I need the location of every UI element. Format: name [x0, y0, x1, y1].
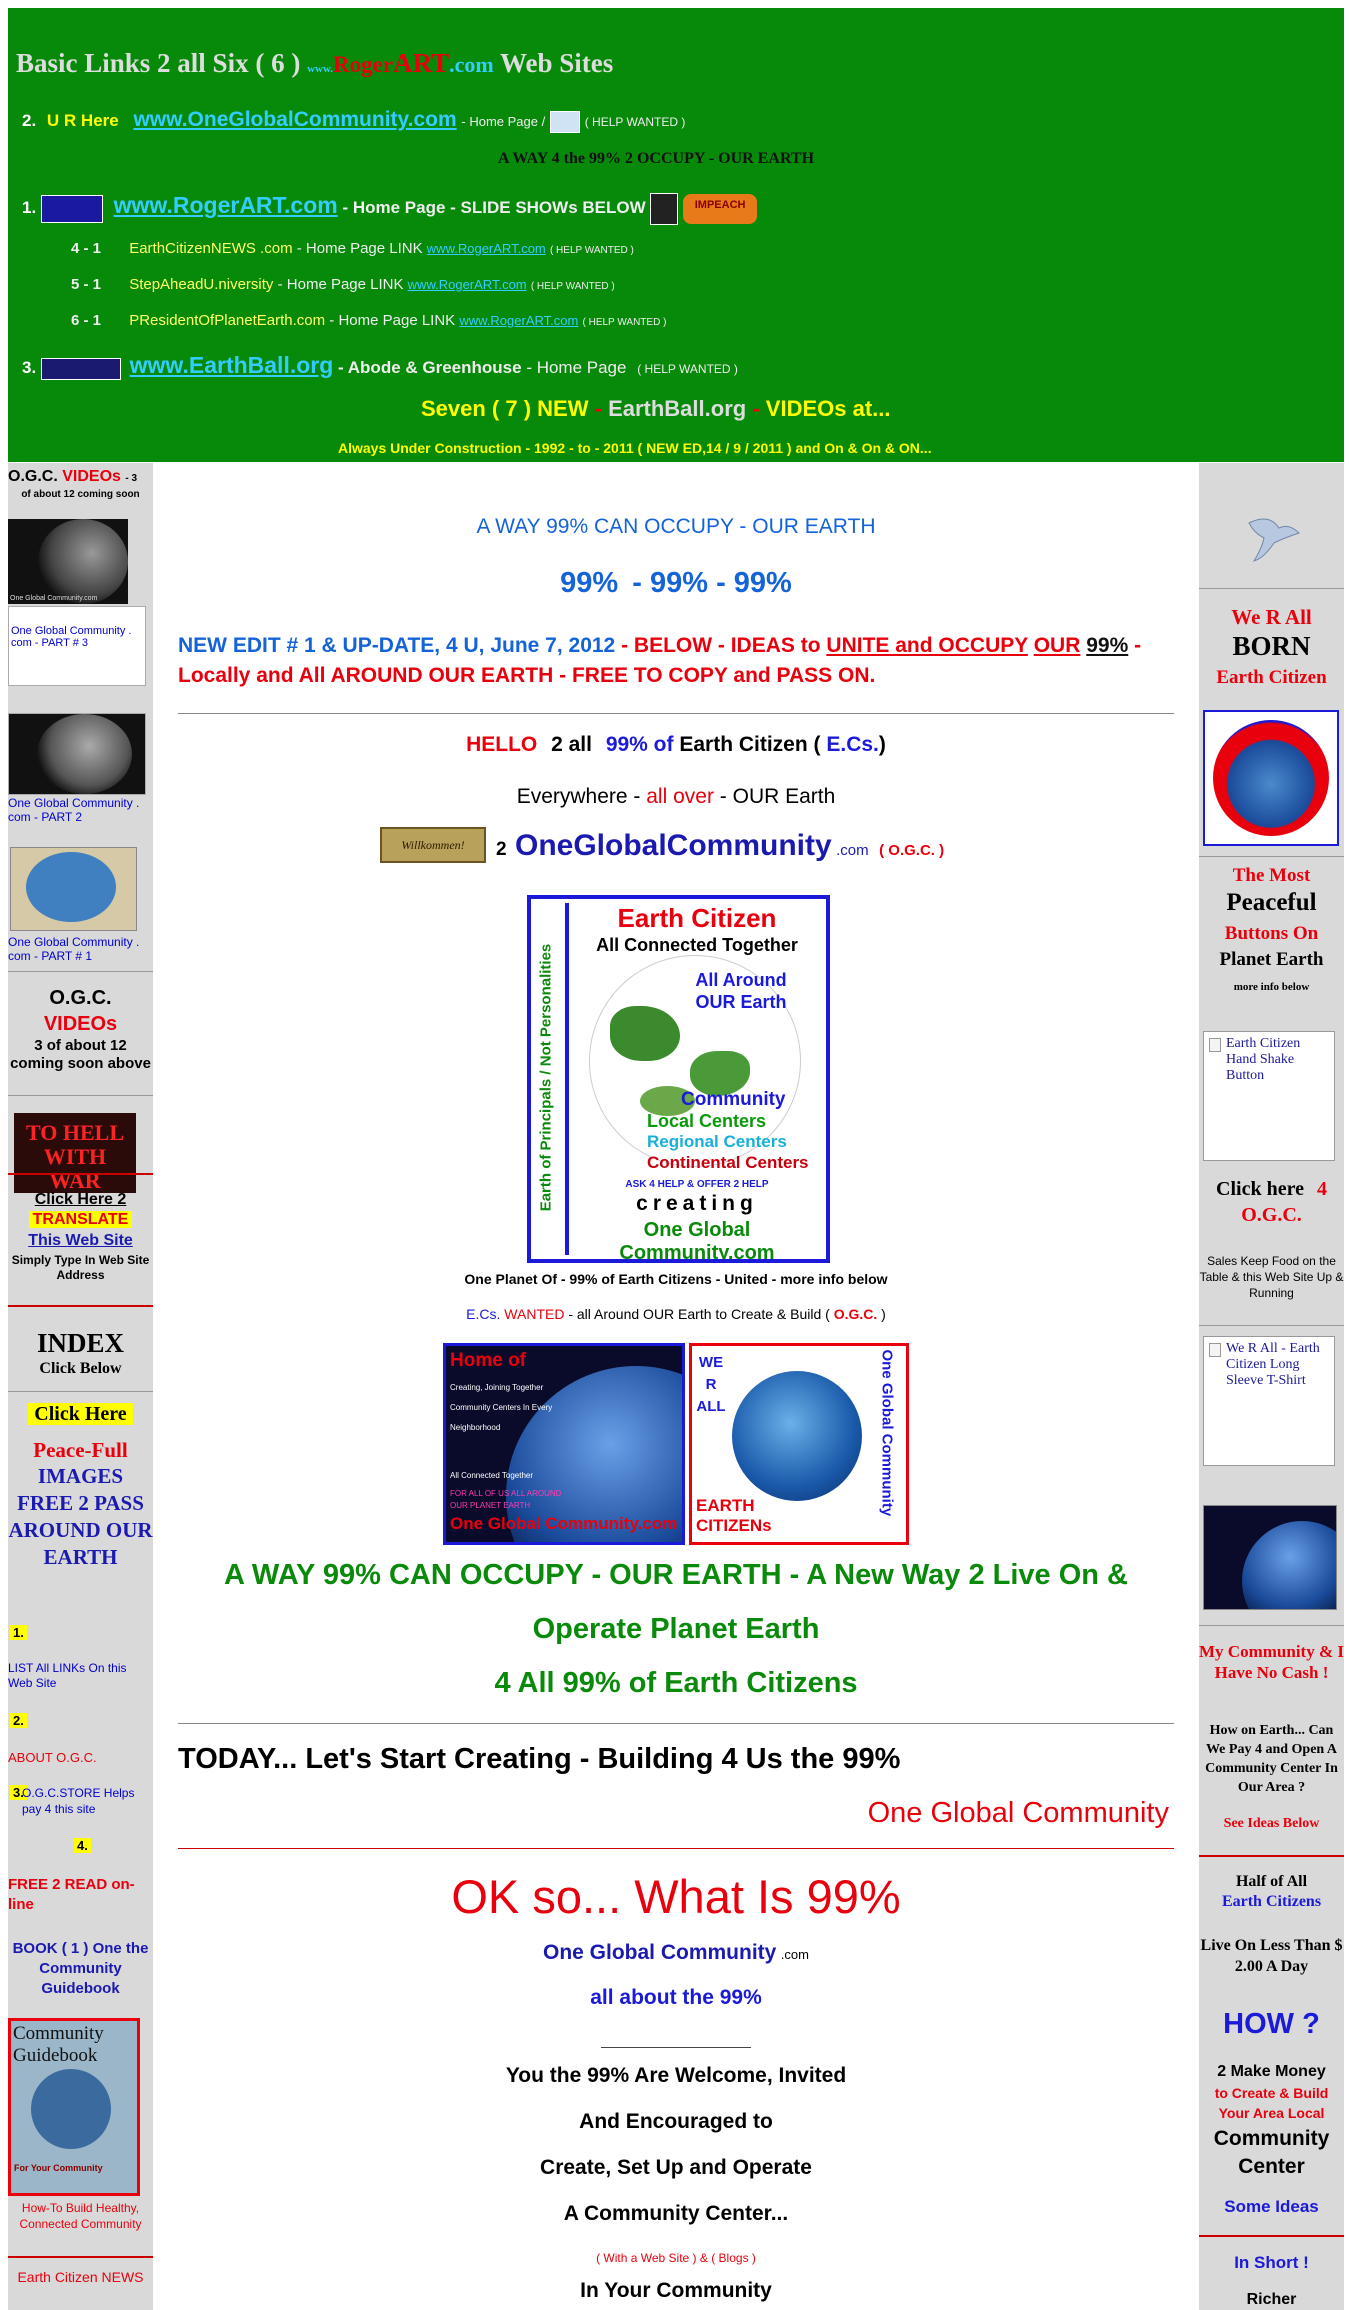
- part2-link[interactable]: One Global Community . com - PART 2: [8, 796, 148, 824]
- portrait-icon: [650, 192, 679, 225]
- sub-row-1: 4 - 1 EarthCitizenNEWS .com - Home Page …: [71, 240, 634, 257]
- ogc-subline: One Global Community .com: [543, 1941, 809, 1964]
- percent-link[interactable]: 99%: [560, 567, 618, 599]
- new-edit-notice: NEW EDIT # 1 & UP-DATE, 4 U, June 7, 201…: [178, 634, 1142, 687]
- click-here-images[interactable]: Click Here: [28, 1403, 133, 1425]
- part3-link[interactable]: One Global Community . com - PART # 3: [11, 625, 145, 649]
- free-2-read-link[interactable]: FREE 2 READ on-line: [8, 1875, 143, 1915]
- handshake-button-image[interactable]: Earth Citizen Hand Shake Button: [1203, 1031, 1335, 1161]
- part1-link[interactable]: One Global Community . com - PART # 1: [8, 935, 148, 963]
- free-images-link[interactable]: IMAGES FREE 2 PASS AROUND OUR EARTH: [8, 1463, 153, 1571]
- book-link[interactable]: BOOK ( 1 ) One the Community Guidebook: [8, 1939, 153, 1999]
- way-99-heading: A WAY 99% CAN OCCUPY - OUR EARTH: [476, 515, 876, 538]
- main-content: A WAY 99% CAN OCCUPY - OUR EARTH 99% - 9…: [153, 463, 1199, 2310]
- we-r-all-earth-citizen-button[interactable]: [1203, 710, 1339, 846]
- videos-line: Seven ( 7 ) NEW - EarthBall.org - VIDEOs…: [421, 396, 891, 421]
- impeach-button[interactable]: IMPEACH: [683, 193, 758, 224]
- tagline: A WAY 4 the 99% 2 OCCUPY - OUR EARTH: [498, 150, 815, 167]
- rogerart-link[interactable]: www.RogerART.com: [114, 192, 338, 218]
- percent-line: 99% - 99% - 99%: [560, 567, 792, 599]
- row-rogerart: 1. www.RogerART.com - Home Page - SLIDE …: [22, 192, 758, 225]
- globe-icon: [732, 1371, 862, 1501]
- title-link-www[interactable]: www.: [307, 63, 333, 75]
- community-guidebook-cover[interactable]: Community Guidebook For Your Community: [8, 2018, 140, 2196]
- oneglobalcommunity-link[interactable]: www.OneGlobalCommunity.com: [133, 108, 456, 131]
- right-sidebar: We R All BORN Earth Citizen The Most Pea…: [1199, 463, 1344, 2310]
- click-here-ogc[interactable]: Click here 4: [1199, 1178, 1344, 1201]
- we-r-all-poster[interactable]: WE R ALL EARTH CITIZENs One Global Commu…: [689, 1343, 909, 1545]
- hello-line: HELLO 2 all 99% of Earth Citizen ( E.Cs.…: [466, 733, 886, 756]
- sub-row-1-link[interactable]: www.RogerART.com: [427, 241, 546, 256]
- about-ogc-link[interactable]: ABOUT O.G.C.: [8, 1750, 97, 1765]
- ogc-store-link[interactable]: O.G.C.STORE Helps pay 4 this site: [22, 1785, 147, 1817]
- earthball-logo-icon: [40, 357, 121, 380]
- construction-notice: Always Under Construction - 1992 - to - …: [338, 440, 932, 456]
- click-here-translate-link[interactable]: Click Here 2: [8, 1191, 153, 1209]
- home-of-poster[interactable]: Home of Creating, Joining Together Commu…: [443, 1343, 685, 1545]
- how-to-build-link[interactable]: How-To Build Healthy, Connected Communit…: [8, 2200, 153, 2232]
- header-banner: Basic Links 2 all Six ( 6 ) www.RogerART…: [8, 8, 1344, 462]
- tshirt-image[interactable]: We R All - Earth Citizen Long Sleeve T-S…: [1203, 1336, 1335, 1466]
- ec-news-link[interactable]: Earth Citizen NEWS: [8, 2269, 153, 2285]
- willkommen-banner: Willkommen!: [380, 827, 486, 863]
- earth-citizen-poster[interactable]: Earth of Principals / Not Personalities …: [527, 895, 830, 1263]
- everywhere-line: Everywhere - all over - OUR Earth: [516, 785, 836, 808]
- ogc-videos-heading: O.G.C. VIDEOs - 3: [8, 468, 138, 485]
- left-sidebar: O.G.C. VIDEOs - 3 of about 12 coming soo…: [8, 463, 153, 2310]
- oneglobalcommunity-main-link[interactable]: OneGlobalCommunity: [515, 829, 832, 862]
- translate-button[interactable]: TRANSLATE: [28, 1211, 133, 1228]
- sub-row-2: 5 - 1 StepAheadU.niversity - Home Page L…: [71, 276, 615, 293]
- site-title: Basic Links 2 all Six ( 6 ) www.RogerART…: [16, 48, 614, 78]
- today-heading: TODAY... Let's Start Creating - Building…: [178, 1743, 901, 1775]
- sub-row-3-link[interactable]: www.RogerART.com: [459, 313, 578, 328]
- home-of-small-poster[interactable]: [1203, 1505, 1337, 1610]
- video-thumbnail-part-4[interactable]: One Global Community.com: [8, 519, 128, 604]
- list-all-links[interactable]: LIST All LINKs On this Web Site: [8, 1661, 143, 1691]
- sub-row-2-link[interactable]: www.RogerART.com: [408, 277, 527, 292]
- part3-box[interactable]: One Global Community . com - PART # 3: [8, 606, 146, 686]
- row-earthball: 3. www.EarthBall.org - Abode & Greenhous…: [22, 352, 738, 380]
- community-center-thumbnail[interactable]: [10, 847, 137, 931]
- to-hell-with-war-image[interactable]: TO HELL WITH WAR: [14, 1113, 136, 1193]
- earthball-link[interactable]: www.EarthBall.org: [130, 352, 334, 378]
- wanted-line: E.Cs. WANTED - all Around OUR Earth to C…: [466, 1306, 886, 1322]
- index-heading: INDEX: [36, 1328, 124, 1358]
- video-thumbnail-part-2[interactable]: [8, 713, 146, 795]
- globe-icon: [31, 2069, 111, 2149]
- mini-logo-icon: [549, 110, 580, 133]
- ok-so-heading: OK so... What Is 99%: [451, 1870, 901, 1923]
- row-ogc: 2. U R Here www.OneGlobalCommunity.com -…: [22, 108, 686, 133]
- dove-icon: [1244, 503, 1304, 563]
- ogc-title-line: OneGlobalCommunity .com ( O.G.C. ): [515, 829, 945, 862]
- sub-row-3: 6 - 1 PResidentOfPlanetEarth.com - Home …: [71, 312, 667, 329]
- rogerart-logo-icon: [40, 194, 103, 223]
